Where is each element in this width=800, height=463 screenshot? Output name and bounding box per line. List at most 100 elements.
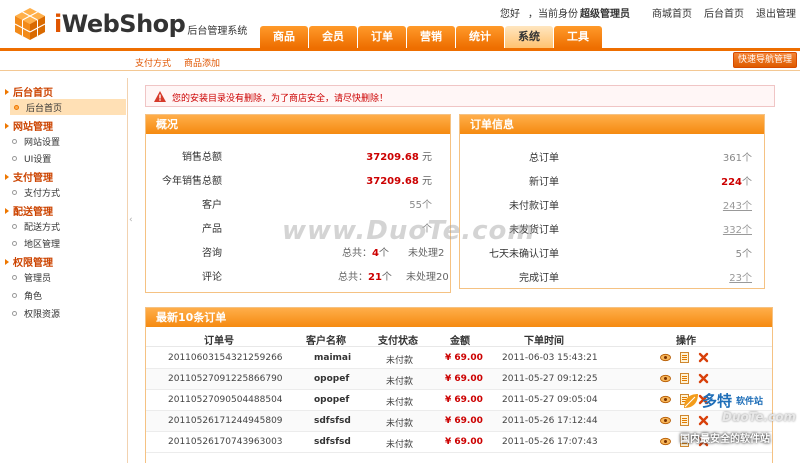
col-actions: 操作 — [676, 336, 696, 347]
tab-system[interactable]: 系统 — [505, 26, 553, 48]
view-icon[interactable] — [660, 415, 671, 426]
order-row-unpaid: 未付款订单 243个 — [460, 191, 764, 215]
sidebar-collapse-handle[interactable]: ‹ — [129, 215, 134, 229]
view-icon[interactable] — [660, 436, 671, 447]
pay-status: 未付款 — [386, 356, 414, 366]
sidebar-group-label: 配送管理 — [13, 207, 53, 218]
row-label: 今年销售总额 — [162, 176, 222, 187]
unshipped-orders-link[interactable]: 332个 — [723, 221, 752, 236]
overview-row-sales: 销售总额 37209.68 元 — [146, 142, 450, 166]
reviews-pending[interactable]: 未处理20 — [406, 268, 449, 283]
sidebar-group-label: 后台首页 — [13, 88, 53, 99]
unpaid-orders-link[interactable]: 243个 — [723, 197, 752, 212]
tab-orders[interactable]: 订单 — [358, 26, 406, 48]
order-row-new: 新订单 224个 — [460, 167, 764, 191]
sidebar-item-regions[interactable]: 地区管理 — [12, 237, 60, 250]
sidebar: 后台首页 后台首页 网站管理 网站设置 UI设置 支付管理 支付方式 配送管理 … — [0, 78, 128, 463]
order-time: 2011-05-26 17:07:43 — [502, 437, 598, 447]
link-admin-home[interactable]: 后台首页 — [704, 5, 744, 20]
col-customer: 客户名称 — [306, 336, 346, 347]
completed-orders-value: 23 — [729, 273, 742, 284]
subnav-payment[interactable]: 支付方式 — [135, 56, 171, 69]
logo[interactable]: iWebShop 后台管理系统 — [12, 6, 247, 42]
table-row[interactable]: 20110527091225866790 opopef 未付款 ¥ 69.00 … — [146, 369, 772, 390]
overview-row-year-sales: 今年销售总额 37209.68 元 — [146, 166, 450, 190]
subnav-add-goods[interactable]: 商品添加 — [184, 56, 220, 69]
view-icon[interactable] — [660, 373, 671, 384]
tab-marketing[interactable]: 营销 — [407, 26, 455, 48]
sidebar-group-permissions[interactable]: 权限管理 — [5, 254, 53, 269]
tab-tools[interactable]: 工具 — [554, 26, 602, 48]
latest-orders-title: 最新10条订单 — [146, 308, 772, 327]
sidebar-item-label: 管理员 — [24, 274, 52, 284]
new-orders-value: 224 — [721, 177, 742, 188]
sidebar-item-admin-home[interactable]: 后台首页 — [10, 99, 126, 115]
sidebar-item-label: 网站设置 — [24, 138, 61, 148]
sidebar-group-home[interactable]: 后台首页 — [5, 84, 53, 99]
bullet-icon — [12, 224, 17, 229]
unit: 个 — [742, 153, 752, 164]
table-row[interactable]: 20110526170743963003 sdfsfsd 未付款 ¥ 69.00… — [146, 432, 772, 453]
user-info: 您好 ，当前身份 超级管理员 — [500, 5, 638, 20]
view-icon[interactable] — [660, 352, 671, 363]
arrow-icon — [5, 122, 9, 129]
sidebar-item-roles[interactable]: 角色 — [12, 289, 42, 302]
unit: 个 — [742, 225, 752, 236]
view-icon[interactable] — [660, 394, 671, 405]
row-actions — [660, 373, 709, 384]
watermark-small: 软件站 — [736, 397, 764, 407]
order-row-total: 总订单 361个 — [460, 143, 764, 167]
edit-icon[interactable] — [679, 352, 690, 363]
col-order-id: 订单号 — [204, 336, 234, 347]
inquiries-pending[interactable]: 未处理2 — [408, 244, 444, 259]
quick-nav-button[interactable]: 快速导航管理 — [732, 52, 797, 68]
completed-orders-link[interactable]: 23个 — [729, 269, 752, 284]
customer-name: opopef — [314, 395, 350, 405]
link-shop-home[interactable]: 商城首页 — [652, 5, 692, 20]
sidebar-group-label: 权限管理 — [13, 258, 53, 269]
sidebar-group-site[interactable]: 网站管理 — [5, 118, 53, 133]
tab-statistics[interactable]: 统计 — [456, 26, 504, 48]
amount: ¥ 69.00 — [445, 416, 483, 426]
sidebar-item-site-settings[interactable]: 网站设置 — [12, 135, 60, 148]
col-pay-status: 支付状态 — [378, 336, 418, 347]
unit: 个 — [742, 201, 752, 212]
unit: 个 — [742, 177, 752, 188]
customer-name: sdfsfsd — [314, 416, 351, 426]
sidebar-item-resources[interactable]: 权限资源 — [12, 307, 60, 320]
tab-goods[interactable]: 商品 — [260, 26, 308, 48]
delete-icon[interactable] — [698, 352, 709, 363]
sidebar-item-label: 后台首页 — [26, 103, 63, 114]
unpaid-orders-value: 243 — [722, 201, 742, 212]
sidebar-item-payment-methods[interactable]: 支付方式 — [12, 186, 60, 199]
overview-panel: 概况 销售总额 37209.68 元 今年销售总额 37209.68 元 客户 … — [145, 114, 451, 293]
reviews-total: 总共：21个 — [338, 268, 392, 283]
table-row[interactable]: 20110603154321259266 maimai 未付款 ¥ 69.00 … — [146, 348, 772, 369]
sidebar-item-ui-settings[interactable]: UI设置 — [12, 152, 51, 165]
watermark-site: DuoTe.com — [722, 410, 796, 424]
table-row[interactable]: 20110527090504488504 opopef 未付款 ¥ 69.00 … — [146, 390, 772, 411]
security-alert: 您的安装目录没有删除，为了商店安全，请尽快删除！ — [145, 85, 775, 107]
order-id: 20110526170743963003 — [168, 437, 283, 447]
sales-total-value: 37209.68 — [366, 152, 419, 163]
edit-icon[interactable] — [679, 373, 690, 384]
order-time: 2011-05-27 09:12:25 — [502, 374, 598, 384]
customer-name: maimai — [314, 353, 352, 363]
sidebar-group-payment[interactable]: 支付管理 — [5, 169, 53, 184]
row-label: 产品 — [202, 224, 222, 235]
row-label: 新订单 — [529, 177, 559, 188]
sidebar-item-label: 角色 — [24, 292, 43, 302]
tab-members[interactable]: 会员 — [309, 26, 357, 48]
delete-icon[interactable] — [698, 373, 709, 384]
unit: 元 — [422, 176, 432, 187]
logo-text: iWebShop — [54, 10, 186, 38]
sidebar-group-delivery[interactable]: 配送管理 — [5, 203, 53, 218]
row-value: 55个 — [409, 196, 432, 211]
link-logout[interactable]: 退出管理 — [756, 5, 796, 20]
table-row[interactable]: 20110526171244945809 sdfsfsd 未付款 ¥ 69.00… — [146, 411, 772, 432]
corner-watermark: 多特 软件站 DuoTe.com 国内最安全的软件站 — [680, 390, 800, 463]
sidebar-item-admins[interactable]: 管理员 — [12, 271, 51, 284]
sidebar-item-delivery-methods[interactable]: 配送方式 — [12, 220, 60, 233]
row-label: 七天未确认订单 — [489, 249, 559, 260]
amount: ¥ 69.00 — [445, 437, 483, 447]
